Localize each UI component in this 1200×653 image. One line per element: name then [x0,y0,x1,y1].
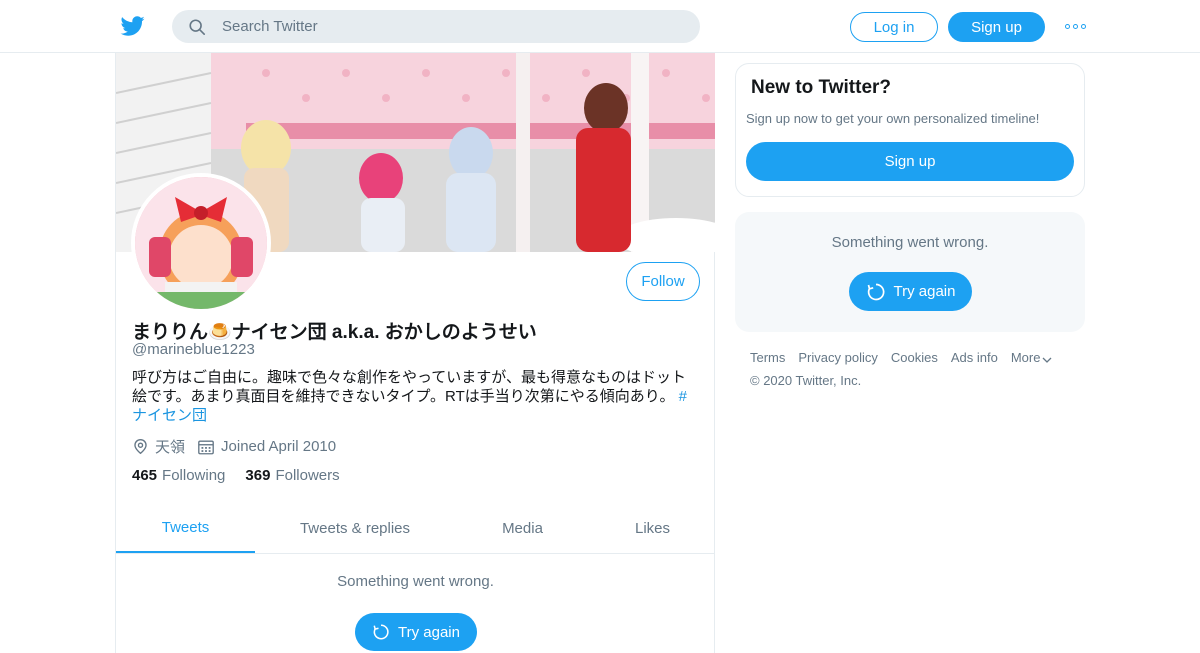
timeline-error-message: Something went wrong. [337,573,494,590]
profile-bio: 呼び方はご自由に。趣味で色々な創作をやっていますが、最も得意なものはドット絵です… [132,368,697,425]
footer: Terms Privacy policy Cookies Ads info Mo… [750,350,1065,388]
profile-avatar[interactable] [131,173,271,313]
top-bar: Log in Sign up [0,0,1200,53]
joined-text: Joined April 2010 [221,438,337,455]
signup-button[interactable]: Sign up [948,12,1045,42]
sidebar-try-again-button[interactable]: Try again [849,272,972,311]
chevron-down-icon [1042,357,1052,363]
location-item: 天領 [132,436,185,457]
followers-count: 369 [245,467,271,484]
following-label: Following [162,467,226,484]
signup-card-text: Sign up now to get your own personalized… [746,111,1040,126]
profile-column: Follow まりりん🍮ナイセン団 a.k.a. おかしのようせい @marin… [115,53,715,653]
sidebar-error-message: Something went wrong. [831,234,989,251]
sidebar-try-again-label: Try again [893,283,956,300]
profile-handle[interactable]: @marineblue1223 [132,341,255,358]
calendar-icon [198,439,214,454]
sidebar-signup-button[interactable]: Sign up [746,142,1074,181]
profile-meta: 天領 Joined April 2010 [132,436,348,457]
tab-media[interactable]: Media [455,503,590,553]
followers-link[interactable]: 369 Followers [245,467,339,484]
timeline-try-again-button[interactable]: Try again [355,613,477,651]
following-link[interactable]: 465 Following [132,467,225,484]
more-icon[interactable] [1065,20,1087,32]
profile-stats: 465 Following 369 Followers [132,467,360,484]
tab-tweets[interactable]: Tweets [116,503,255,553]
followers-label: Followers [275,467,340,484]
search-input[interactable] [222,10,682,43]
login-button[interactable]: Log in [850,12,938,42]
profile-tabs: Tweets Tweets & replies Media Likes [116,503,715,554]
following-count: 465 [132,467,158,484]
tab-tweets-replies[interactable]: Tweets & replies [255,503,455,553]
footer-link-privacy[interactable]: Privacy policy [798,350,877,365]
location-icon [134,439,147,455]
footer-link-more[interactable]: More [1011,350,1053,365]
footer-more-label: More [1010,350,1041,365]
refresh-icon [867,283,884,300]
bio-text: 呼び方はご自由に。趣味で色々な創作をやっていますが、最も得意なものはドット絵です… [132,369,686,405]
joined-item: Joined April 2010 [197,438,336,456]
twitter-logo-icon[interactable] [120,14,146,38]
sidebar-error-card: Something went wrong. Try again [735,212,1085,332]
footer-link-ads-info[interactable]: Ads info [951,350,998,365]
search-icon [189,19,206,36]
search-box[interactable] [172,10,700,43]
display-name: まりりん🍮ナイセン団 a.k.a. おかしのようせい [132,322,537,343]
refresh-icon [373,624,389,640]
signup-card-title: New to Twitter? [751,77,892,98]
signup-card: New to Twitter? Sign up now to get your … [735,63,1085,197]
timeline-try-again-label: Try again [398,623,460,641]
follow-button[interactable]: Follow [626,262,700,301]
footer-links: Terms Privacy policy Cookies Ads info Mo… [750,350,1065,365]
footer-link-cookies[interactable]: Cookies [891,350,938,365]
tab-likes[interactable]: Likes [590,503,715,553]
location-text: 天領 [155,439,186,456]
footer-link-terms[interactable]: Terms [750,350,785,365]
avatar-image [135,177,267,309]
footer-copyright: © 2020 Twitter, Inc. [750,373,862,388]
